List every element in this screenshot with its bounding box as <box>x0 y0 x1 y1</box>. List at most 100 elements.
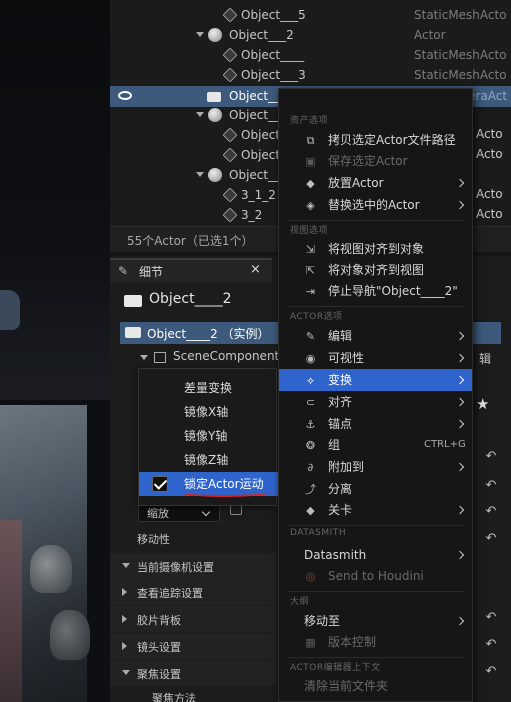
menu-item-replace-actor[interactable]: ◈ 替换选中的Actor <box>279 194 472 216</box>
mobility-label: 移动性 <box>137 533 170 546</box>
menu-item-label: 版本控制 <box>328 635 377 649</box>
menu-item-label: 将对象对齐到视图 <box>328 263 425 277</box>
outliner-row[interactable]: Object___5 StaticMeshActo <box>110 5 511 25</box>
static-mesh-icon <box>222 67 238 83</box>
section-filmback[interactable]: 胶片背板 <box>110 606 276 632</box>
menu-item-save-actor[interactable]: ▣ 保存选定Actor <box>279 150 472 172</box>
chevron-right-icon <box>455 419 465 429</box>
star-icon[interactable]: ★ <box>476 395 489 413</box>
menu-section-header: ACTOR编辑器上下文 <box>290 663 381 673</box>
menu-separator <box>287 657 464 658</box>
type-label: Acto <box>476 127 503 141</box>
chevron-right-icon <box>455 375 465 385</box>
menu-item-copy-path[interactable]: ⧉ 拷贝选定Actor文件路径 <box>279 129 472 151</box>
details-tab[interactable]: ✎ 细节 × <box>110 258 272 282</box>
menu-item-mirror-x[interactable]: 镜像X轴 <box>139 400 278 424</box>
menu-item-stop-pilot[interactable]: ⇥ 停止导航"Object____2" <box>279 280 472 302</box>
menu-item-delta-transform[interactable]: 差量变换 <box>139 376 278 400</box>
menu-item-send-to-houdini[interactable]: ◎ Send to Houdini <box>279 565 472 587</box>
section-lookat-tracking[interactable]: 查看追踪设置 <box>110 579 276 605</box>
menu-item-datasmith[interactable]: Datasmith <box>279 544 472 566</box>
menu-item-snap-view-to-object[interactable]: ⇲ 将视图对齐到对象 <box>279 238 472 260</box>
menu-item-label: 清除当前文件夹 <box>304 679 389 693</box>
menu-item-visibility[interactable]: ◉ 可视性 <box>279 347 472 369</box>
menu-item-snap-object-to-view[interactable]: ⇱ 将对象对齐到视图 <box>279 259 472 281</box>
menu-item-place-actor[interactable]: ◆ 放置Actor <box>279 172 472 194</box>
menu-item-edit[interactable]: ✎ 编辑 <box>279 325 472 347</box>
menu-item-move-to[interactable]: 移动至 <box>279 610 472 632</box>
scene-component-row[interactable]: SceneComponent <box>130 347 290 367</box>
menu-item-clear-folder[interactable]: 清除当前文件夹 <box>279 675 472 697</box>
menu-item-label: Datasmith <box>304 548 367 562</box>
outliner-row-type: Actor <box>414 28 446 42</box>
chevron-right-icon <box>455 550 465 560</box>
attach-icon: ∂ <box>307 461 314 474</box>
menu-item-source-control[interactable]: ▦ 版本控制 <box>279 631 472 653</box>
outliner-row-name: Object___5 <box>241 8 306 22</box>
menu-item-mirror-z[interactable]: 镜像Z轴 <box>139 448 278 472</box>
collapse-arrow-icon <box>122 670 130 675</box>
menu-item-mirror-y[interactable]: 镜像Y轴 <box>139 424 278 448</box>
checkbox-checked-icon[interactable] <box>152 476 168 492</box>
menu-separator <box>287 306 464 307</box>
chevron-right-icon <box>455 200 465 210</box>
lock-icon[interactable] <box>230 505 242 515</box>
outliner-row[interactable]: Object____ StaticMeshActo <box>110 45 511 65</box>
menu-item-label: 移动至 <box>304 614 341 628</box>
cine-camera-icon <box>124 295 142 307</box>
menu-section-header: DATASMITH <box>290 528 347 538</box>
expand-arrow-icon[interactable] <box>196 32 204 37</box>
menu-separator <box>287 220 464 221</box>
level-icon: ◆ <box>306 504 315 517</box>
section-lens-settings[interactable]: 镜头设置 <box>110 633 276 659</box>
level-viewport[interactable] <box>0 0 110 702</box>
chevron-right-icon <box>455 616 465 626</box>
section-label: 查看追踪设置 <box>137 587 203 600</box>
menu-item-pivot[interactable]: ⚓ 锚点 <box>279 413 472 435</box>
menu-item-label: 附加到 <box>328 460 365 474</box>
outliner-row[interactable]: Object___2 Actor <box>110 25 511 45</box>
menu-item-label: 编辑 <box>328 329 353 343</box>
menu-item-snapping[interactable]: ⊂ 对齐 <box>279 391 472 413</box>
outliner-row[interactable]: Object___3 StaticMeshActo <box>110 65 511 85</box>
menu-item-label: 将视图对齐到对象 <box>328 242 425 256</box>
expand-arrow-icon[interactable] <box>140 355 148 360</box>
menu-item-transform[interactable]: ⟡ 变换 <box>279 369 472 391</box>
reset-icon[interactable]: ↶ <box>479 504 503 524</box>
section-current-camera[interactable]: 当前摄像机设置 <box>110 553 276 579</box>
stop-pilot-icon: ⇥ <box>305 285 316 298</box>
scene-component-label: SceneComponent <box>173 349 280 363</box>
close-icon[interactable]: × <box>250 262 261 277</box>
menu-item-label: 分离 <box>328 482 353 496</box>
menu-separator <box>287 525 464 526</box>
reset-icon[interactable]: ↶ <box>479 531 503 551</box>
menu-item-detach[interactable]: ⤴ 分离 <box>279 478 472 500</box>
menu-item-level[interactable]: ◆ 关卡 <box>279 499 472 521</box>
section-label: 聚焦设置 <box>137 668 181 681</box>
copy-icon: ⧉ <box>306 134 315 147</box>
reset-icon[interactable]: ↶ <box>479 478 503 498</box>
section-focus-settings[interactable]: 聚焦设置 <box>110 660 276 686</box>
outliner-row-name: Object___2 <box>229 28 294 42</box>
reset-icon[interactable]: ↶ <box>479 449 503 469</box>
menu-item-attach-to[interactable]: ∂ 附加到 <box>279 456 472 478</box>
expand-arrow-icon[interactable] <box>196 172 204 177</box>
menu-section-header: ACTOR选项 <box>290 312 343 322</box>
menu-separator <box>287 591 464 592</box>
eye-icon[interactable] <box>118 91 132 100</box>
expand-arrow-icon <box>122 615 127 623</box>
outliner-row-type: StaticMeshActo <box>414 48 507 62</box>
menu-item-group[interactable]: ❂ 组 CTRL+G <box>279 434 472 456</box>
menu-item-label: 镜像Y轴 <box>184 429 228 443</box>
menu-section-header: 资产选项 <box>290 116 329 126</box>
static-mesh-icon <box>222 207 238 223</box>
viewport-pot <box>30 545 72 593</box>
reset-icon[interactable]: ↶ <box>479 664 503 684</box>
chevron-right-icon <box>455 353 465 363</box>
expand-arrow-icon <box>122 588 127 596</box>
reset-icon[interactable]: ↶ <box>479 637 503 657</box>
static-mesh-icon <box>222 7 238 23</box>
menu-item-label: 拷贝选定Actor文件路径 <box>328 133 456 147</box>
reset-icon[interactable]: ↶ <box>479 610 503 630</box>
expand-arrow-icon[interactable] <box>196 112 204 117</box>
